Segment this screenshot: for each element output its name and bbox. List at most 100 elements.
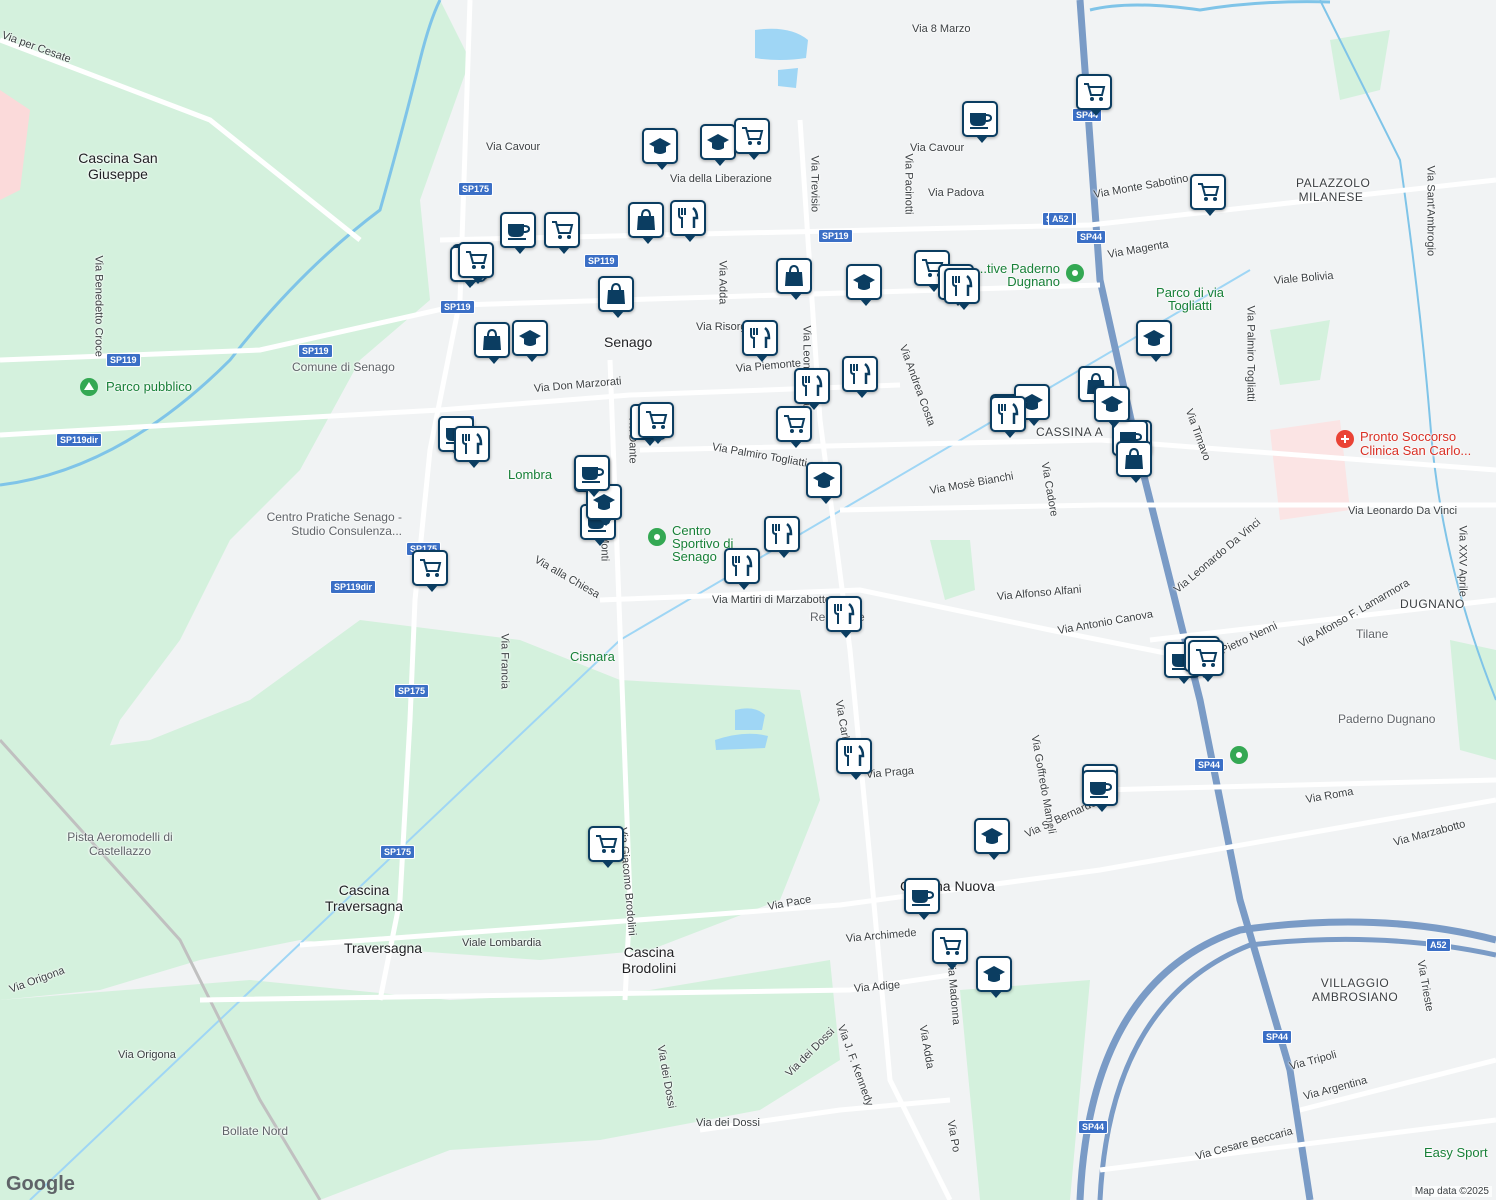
street-label: Viale Lombardia xyxy=(462,937,542,949)
bag-icon[interactable] xyxy=(474,322,510,364)
cart-icon[interactable] xyxy=(1076,74,1112,116)
school-icon[interactable] xyxy=(1094,386,1130,428)
bag-icon[interactable] xyxy=(1116,441,1152,483)
cart-icon[interactable] xyxy=(932,928,968,970)
cart-icon[interactable] xyxy=(458,242,494,284)
area-label-villaggio: VILLAGGIO AMBROSIANO xyxy=(1311,976,1399,1004)
road-shield: SP175 xyxy=(458,182,494,196)
place-label-lombra: Lombra xyxy=(508,467,553,482)
school-icon[interactable] xyxy=(976,956,1012,998)
street-label: Via XXV Aprile xyxy=(1456,525,1469,597)
cutlery-icon[interactable] xyxy=(836,738,872,780)
school-icon[interactable] xyxy=(512,320,548,362)
green-pin-icon[interactable] xyxy=(1066,264,1084,282)
bag-icon[interactable] xyxy=(776,258,812,300)
street-label: Via dei Dossi xyxy=(696,1117,760,1129)
cutlery-icon[interactable] xyxy=(454,426,490,468)
place-label-bollate-nord: Bollate Nord xyxy=(222,1124,289,1138)
street-label: Via Sant'Ambrogio xyxy=(1424,165,1437,257)
place-label-cascina-san-giuseppe: Cascina San Giuseppe xyxy=(78,150,158,182)
map-attribution[interactable]: Map data ©2025 xyxy=(1411,1186,1492,1197)
road-shield: SP44 xyxy=(1194,758,1225,772)
cutlery-icon[interactable] xyxy=(742,320,778,362)
road-shield: SP44 xyxy=(1262,1030,1293,1044)
area-label-cassina-amata: CASSINA A xyxy=(1036,425,1104,439)
cart-icon[interactable] xyxy=(1190,174,1226,216)
place-label-cisnara: Cisnara xyxy=(570,649,615,664)
school-icon[interactable] xyxy=(974,818,1010,860)
place-label-cascina-brodolini: Cascina Brodolini xyxy=(621,944,677,976)
street-label: Via Palmiro Togliatti xyxy=(1244,305,1257,402)
cutlery-icon[interactable] xyxy=(826,596,862,638)
cup-icon[interactable] xyxy=(962,101,998,143)
cart-icon[interactable] xyxy=(412,550,448,592)
road-shield: SP119dir xyxy=(56,433,103,447)
map-canvas[interactable]: Senago Cascina San Giuseppe PALAZZOLO MI… xyxy=(0,0,1496,1200)
street-label: Via della Liberazione xyxy=(670,173,772,185)
street-label: Via Pacinotti xyxy=(902,153,915,215)
park-pin-icon[interactable] xyxy=(80,378,98,396)
cup-icon[interactable] xyxy=(904,878,940,920)
street-label: Via Padova xyxy=(928,187,985,199)
road-shield: SP119 xyxy=(584,254,619,268)
street-label: Via Risorg xyxy=(696,321,747,333)
street-label: Via Adda xyxy=(716,260,729,305)
road-shield: A52 xyxy=(1426,938,1451,952)
bag-icon[interactable] xyxy=(598,276,634,318)
cutlery-icon[interactable] xyxy=(944,268,980,310)
google-logo: Google xyxy=(6,1173,75,1195)
cart-icon[interactable] xyxy=(544,212,580,254)
road-shield: A52 xyxy=(1048,212,1073,226)
street-label: Via Francia xyxy=(498,633,511,689)
sports-pin-icon[interactable] xyxy=(648,528,666,546)
place-label-parco-pubblico: Parco pubblico xyxy=(106,379,192,394)
street-label: Via Trevisio xyxy=(808,155,821,213)
cart-icon[interactable] xyxy=(588,826,624,868)
road-shield: SP119 xyxy=(298,344,333,358)
place-label-senago: Senago xyxy=(604,334,653,350)
place-label-pista: Pista Aeromodelli di Castellazzo xyxy=(67,830,173,858)
area-label-palazzolo: PALAZZOLO MILANESE xyxy=(1296,176,1371,204)
hospital-pin-icon[interactable] xyxy=(1336,430,1354,448)
street-label: Via Cavour xyxy=(486,141,541,153)
school-icon[interactable] xyxy=(846,264,882,306)
road-shield: SP119 xyxy=(106,353,141,367)
place-label-centro-pratiche: Centro Pratiche Senago - Studio Consulen… xyxy=(266,510,402,538)
place-label-traversagna: Traversagna xyxy=(344,940,423,956)
cup-icon[interactable] xyxy=(500,212,536,254)
place-label-cascina-traversagna: Cascina Traversagna xyxy=(324,882,404,914)
school-icon[interactable] xyxy=(806,462,842,504)
street-label: Via 8 Marzo xyxy=(912,23,971,35)
cart-icon[interactable] xyxy=(1188,640,1224,682)
cup-icon[interactable] xyxy=(1082,770,1118,812)
cart-icon[interactable] xyxy=(638,402,674,444)
place-label-parco-togliatti: Parco di via Togliatti xyxy=(1156,285,1224,313)
cutlery-icon[interactable] xyxy=(670,200,706,242)
road-shield: SP44 xyxy=(1076,230,1107,244)
place-label-comune: Comune di Senago xyxy=(292,360,395,374)
school-icon[interactable] xyxy=(642,128,678,170)
school-icon[interactable] xyxy=(1136,320,1172,362)
road-shield: SP119 xyxy=(440,300,475,314)
road-shield: SP44 xyxy=(1078,1120,1109,1134)
road-shield: SP175 xyxy=(380,845,416,859)
cutlery-icon[interactable] xyxy=(764,516,800,558)
cutlery-icon[interactable] xyxy=(842,356,878,398)
road-shield: SP119dir xyxy=(330,580,377,594)
bag-icon[interactable] xyxy=(628,202,664,244)
cutlery-icon[interactable] xyxy=(990,396,1026,438)
cart-icon[interactable] xyxy=(776,406,812,448)
area-label-dugnano: DUGNANO xyxy=(1400,597,1465,611)
cutlery-icon[interactable] xyxy=(794,368,830,410)
place-label-pronto-soccorso: Pronto Soccorso Clinica San Carlo... xyxy=(1360,429,1472,458)
cup-icon[interactable] xyxy=(574,455,610,497)
street-label: Via Leonardo Da Vinci xyxy=(1348,505,1458,517)
cutlery-icon[interactable] xyxy=(724,548,760,590)
school-icon[interactable] xyxy=(700,124,736,166)
street-label: Via Martiri di Marzabotto xyxy=(712,594,832,606)
cart-icon[interactable] xyxy=(734,118,770,160)
green-pin-icon[interactable] xyxy=(1230,746,1248,764)
place-label-paderno-dugnano: Paderno Dugnano xyxy=(1338,712,1436,726)
street-label: Via Cavour xyxy=(910,142,965,154)
place-label-easy-sport: Easy Sport xyxy=(1424,1145,1488,1160)
